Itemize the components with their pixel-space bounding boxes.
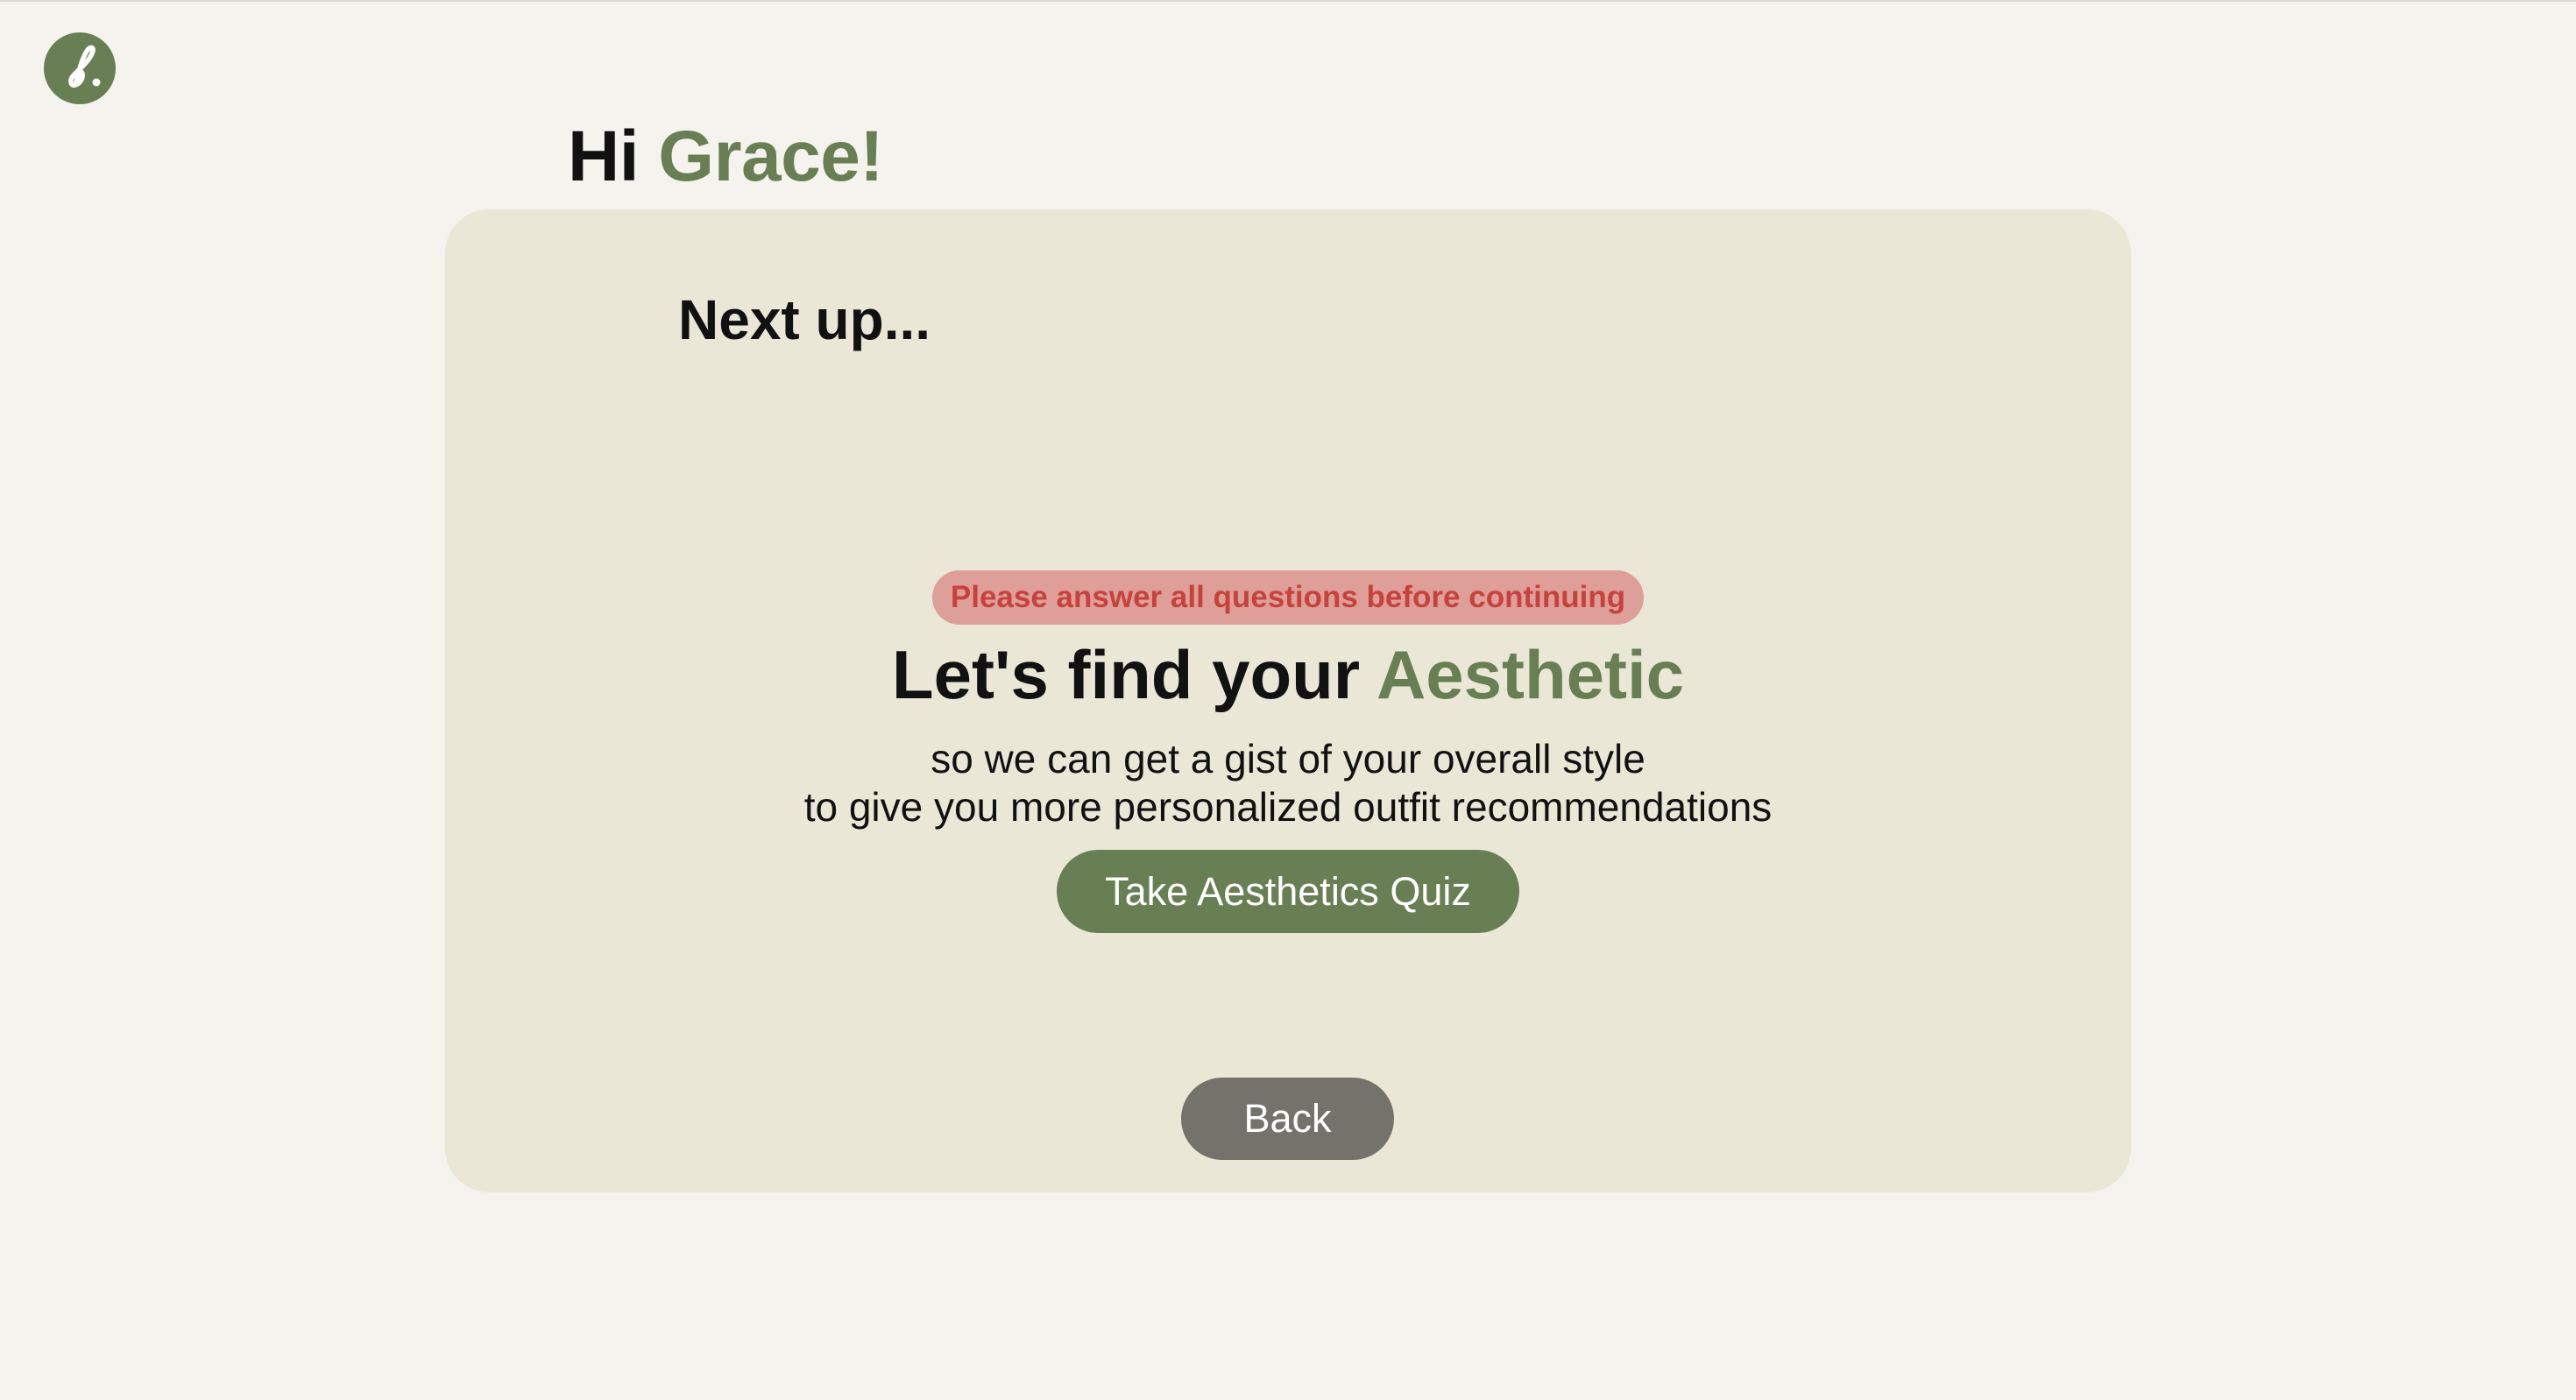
quiz-headline: Let's find your Aesthetic [445,640,2131,709]
cursive-f-logo-icon [68,45,101,88]
description-line-2: to give you more personalized outfit rec… [803,784,1773,830]
user-name: Grace! [658,117,884,196]
greeting-heading: Hi Grace! [568,121,884,193]
headline-prefix: Let's find your [891,636,1361,713]
description-line-1: so we can get a gist of your overall sty… [931,736,1645,781]
back-button[interactable]: Back [1181,1078,1394,1160]
take-aesthetics-quiz-button[interactable]: Take Aesthetics Quiz [1057,850,1519,933]
validation-warning-badge: Please answer all questions before conti… [932,570,1644,625]
headline-accent: Aesthetic [1376,636,1685,713]
quiz-description: so we can get a gist of your overall sty… [445,735,2131,831]
section-title: Next up... [678,288,931,351]
brand-logo[interactable] [44,32,116,104]
top-border [0,0,2576,2]
next-up-card: Next up... Please answer all questions b… [445,209,2131,1192]
greeting-prefix: Hi [568,117,640,196]
